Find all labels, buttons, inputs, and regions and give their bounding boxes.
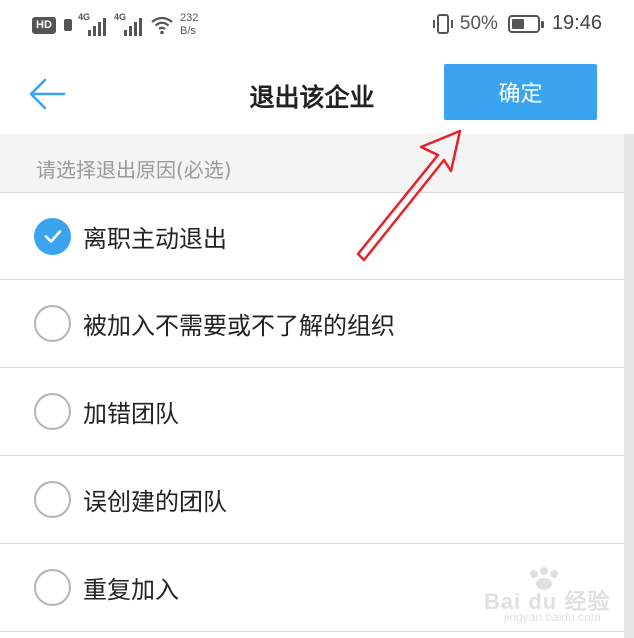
signal-icon: 4G xyxy=(114,12,144,36)
reason-option-label: 被加入不需要或不了解的组织 xyxy=(83,312,395,340)
section-caption: 请选择退出原因(必选) xyxy=(0,134,624,192)
network-speed: 232 B/s xyxy=(180,12,198,38)
reason-option[interactable]: 加错团队 xyxy=(0,368,624,456)
scrollbar[interactable] xyxy=(624,134,634,638)
hd-lock-icon xyxy=(64,19,72,31)
radio-button[interactable] xyxy=(34,569,71,606)
watermark-subtext: jingyan.baidu.com xyxy=(504,610,601,624)
hd-icon: HD xyxy=(32,16,56,34)
radio-button[interactable] xyxy=(34,305,71,342)
checkmark-icon xyxy=(44,230,61,243)
reason-option[interactable]: 离职主动退出 xyxy=(0,192,624,280)
battery-percent: 50% xyxy=(459,12,498,34)
header-bar: 退出该企业 确定 xyxy=(0,50,634,134)
reason-option-label: 加错团队 xyxy=(83,400,179,428)
network-speed-unit: B/s xyxy=(180,25,196,37)
reason-option-label: 重复加入 xyxy=(83,576,179,604)
confirm-button[interactable]: 确定 xyxy=(444,64,597,120)
network-speed-value: 232 xyxy=(180,12,199,24)
vibrate-icon xyxy=(432,13,453,34)
reason-option[interactable]: 被加入不需要或不了解的组织 xyxy=(0,280,624,368)
status-left: HD 4G 4G 232 B/s xyxy=(32,12,198,38)
radio-button[interactable] xyxy=(34,481,71,518)
clock: 19:46 xyxy=(551,12,602,34)
radio-button[interactable] xyxy=(34,217,71,255)
radio-button[interactable] xyxy=(34,393,71,430)
battery-icon xyxy=(507,14,544,33)
wifi-icon xyxy=(151,16,173,35)
reason-option[interactable]: 误创建的团队 xyxy=(0,456,624,544)
reason-option-label: 离职主动退出 xyxy=(83,224,227,253)
watermark-logo: Bai du 经验 jingyan.baidu.com xyxy=(484,566,624,626)
reason-option-label: 误创建的团队 xyxy=(83,488,227,516)
status-right: 50% 19:46 xyxy=(432,12,602,35)
signal-icon: 4G xyxy=(78,12,108,36)
status-bar: HD 4G 4G 232 B/s 50% 19:46 xyxy=(0,0,634,50)
